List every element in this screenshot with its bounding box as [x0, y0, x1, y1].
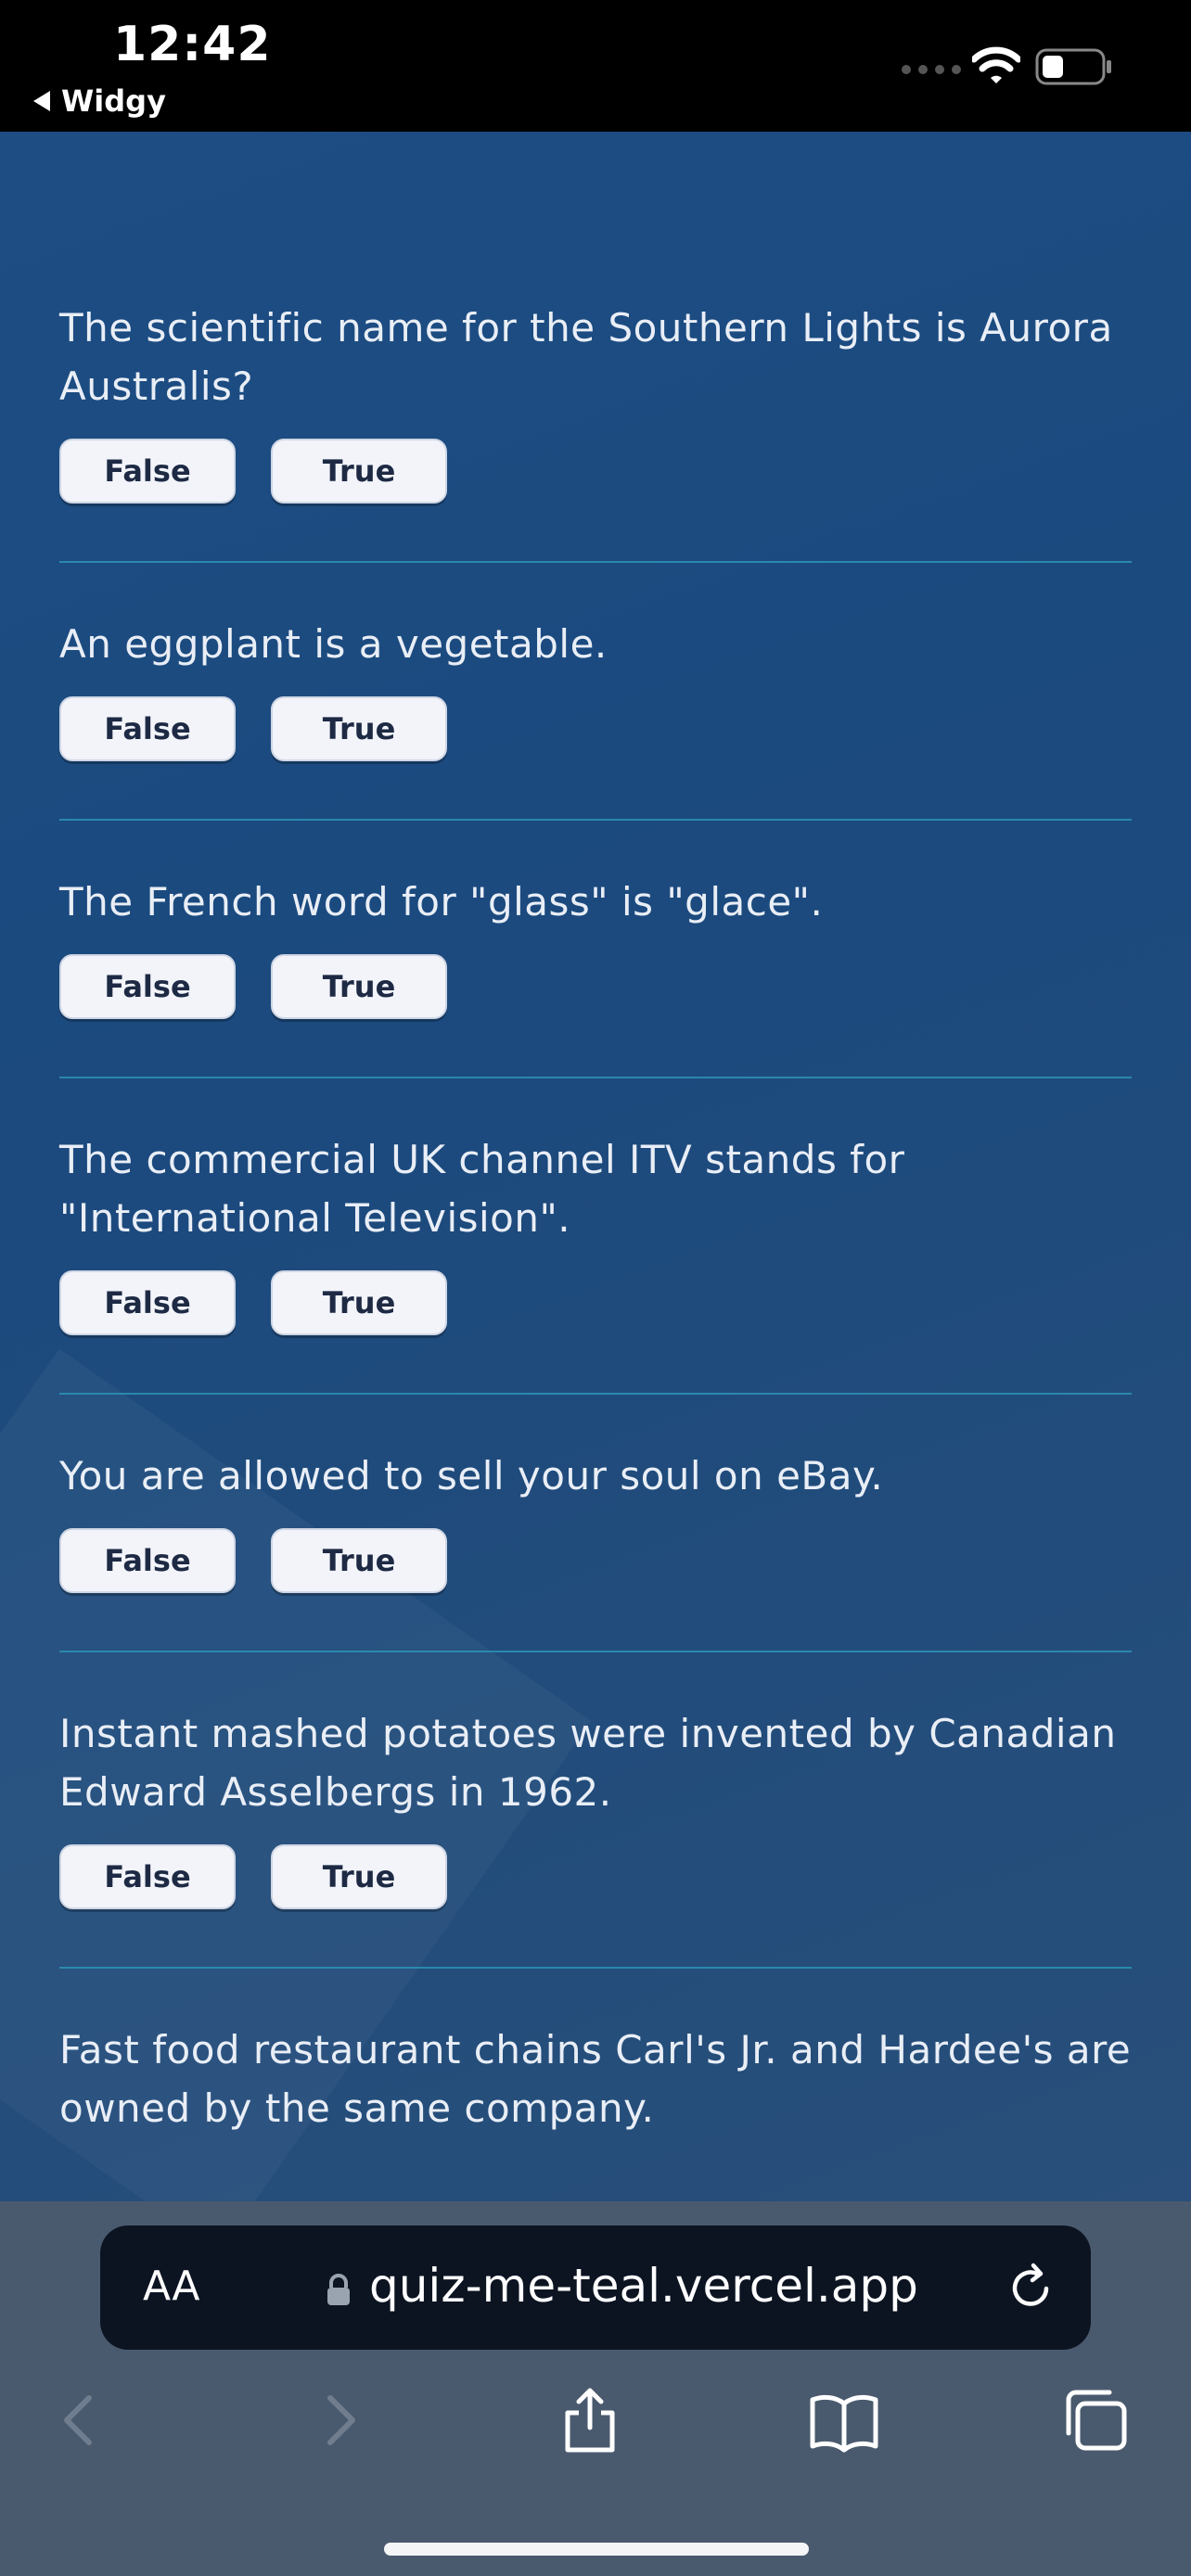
url-text: quiz-me-teal.vercel.app [369, 2259, 918, 2313]
question-text: The scientific name for the Southern Lig… [59, 305, 1113, 409]
question-text: An eggplant is a vegetable. [59, 621, 608, 667]
quiz-page: The scientific name for the Southern Lig… [0, 132, 1191, 2201]
true-button[interactable]: True [271, 1844, 447, 1909]
text-size-button[interactable]: AA [143, 2263, 199, 2310]
quiz-item: The scientific name for the Southern Lig… [59, 299, 1132, 563]
false-button[interactable]: False [59, 439, 236, 504]
divider [59, 1967, 1132, 1969]
true-button[interactable]: True [271, 1270, 447, 1335]
bookmarks-icon[interactable] [807, 2383, 881, 2457]
true-button[interactable]: True [271, 1528, 447, 1593]
false-button[interactable]: False [59, 954, 236, 1019]
quiz-item: The French word for "glass" is "glace". … [59, 873, 1132, 1078]
true-button[interactable]: True [271, 696, 447, 761]
status-time: 12:42 [113, 17, 272, 72]
status-bar: 12:42 Widgy [0, 0, 1191, 132]
divider [59, 819, 1132, 821]
browser-toolbar: AA quiz-me-teal.vercel.app [0, 2201, 1191, 2576]
divider [59, 1393, 1132, 1395]
question-text: Fast food restaurant chains Carl's Jr. a… [59, 2027, 1132, 2131]
quiz-item: Fast food restaurant chains Carl's Jr. a… [59, 2021, 1132, 2137]
question-text: You are allowed to sell your soul on eBa… [59, 1453, 884, 1498]
tabs-icon[interactable] [1059, 2383, 1133, 2457]
address-bar[interactable]: AA quiz-me-teal.vercel.app [100, 2225, 1091, 2350]
quiz-item: The commercial UK channel ITV stands for… [59, 1130, 1132, 1395]
question-text: Instant mashed potatoes were invented by… [59, 1711, 1117, 1815]
quiz-item: An eggplant is a vegetable. False True [59, 615, 1132, 821]
answer-buttons: False True [59, 1270, 1132, 1335]
answer-buttons: False True [59, 696, 1132, 761]
lock-icon [327, 2274, 350, 2305]
quiz-item: Instant mashed potatoes were invented by… [59, 1704, 1132, 1969]
back-app-label: Widgy [61, 83, 166, 119]
divider [59, 1077, 1132, 1078]
answer-buttons: False True [59, 439, 1132, 504]
cellular-signal-icon [902, 65, 961, 74]
battery-icon [1035, 48, 1111, 85]
answer-buttons: False True [59, 954, 1132, 1019]
wifi-icon [972, 46, 1020, 83]
quiz-list: The scientific name for the Southern Lig… [59, 299, 1132, 2137]
true-button[interactable]: True [271, 954, 447, 1019]
true-button[interactable]: True [271, 439, 447, 504]
home-indicator [384, 2543, 809, 2556]
false-button[interactable]: False [59, 696, 236, 761]
divider [59, 561, 1132, 563]
false-button[interactable]: False [59, 1528, 236, 1593]
reload-icon[interactable] [1005, 2261, 1057, 2313]
back-caret-icon [33, 91, 50, 111]
false-button[interactable]: False [59, 1270, 236, 1335]
false-button[interactable]: False [59, 1844, 236, 1909]
share-icon[interactable] [553, 2383, 627, 2457]
divider [59, 1651, 1132, 1652]
quiz-item: You are allowed to sell your soul on eBa… [59, 1447, 1132, 1652]
answer-buttons: False True [59, 1844, 1132, 1909]
back-icon[interactable] [43, 2383, 117, 2457]
back-to-app-button[interactable]: Widgy [33, 83, 166, 119]
forward-icon[interactable] [302, 2383, 377, 2457]
answer-buttons: False True [59, 1528, 1132, 1593]
question-text: The French word for "glass" is "glace". [59, 879, 824, 925]
question-text: The commercial UK channel ITV stands for… [59, 1137, 905, 1241]
